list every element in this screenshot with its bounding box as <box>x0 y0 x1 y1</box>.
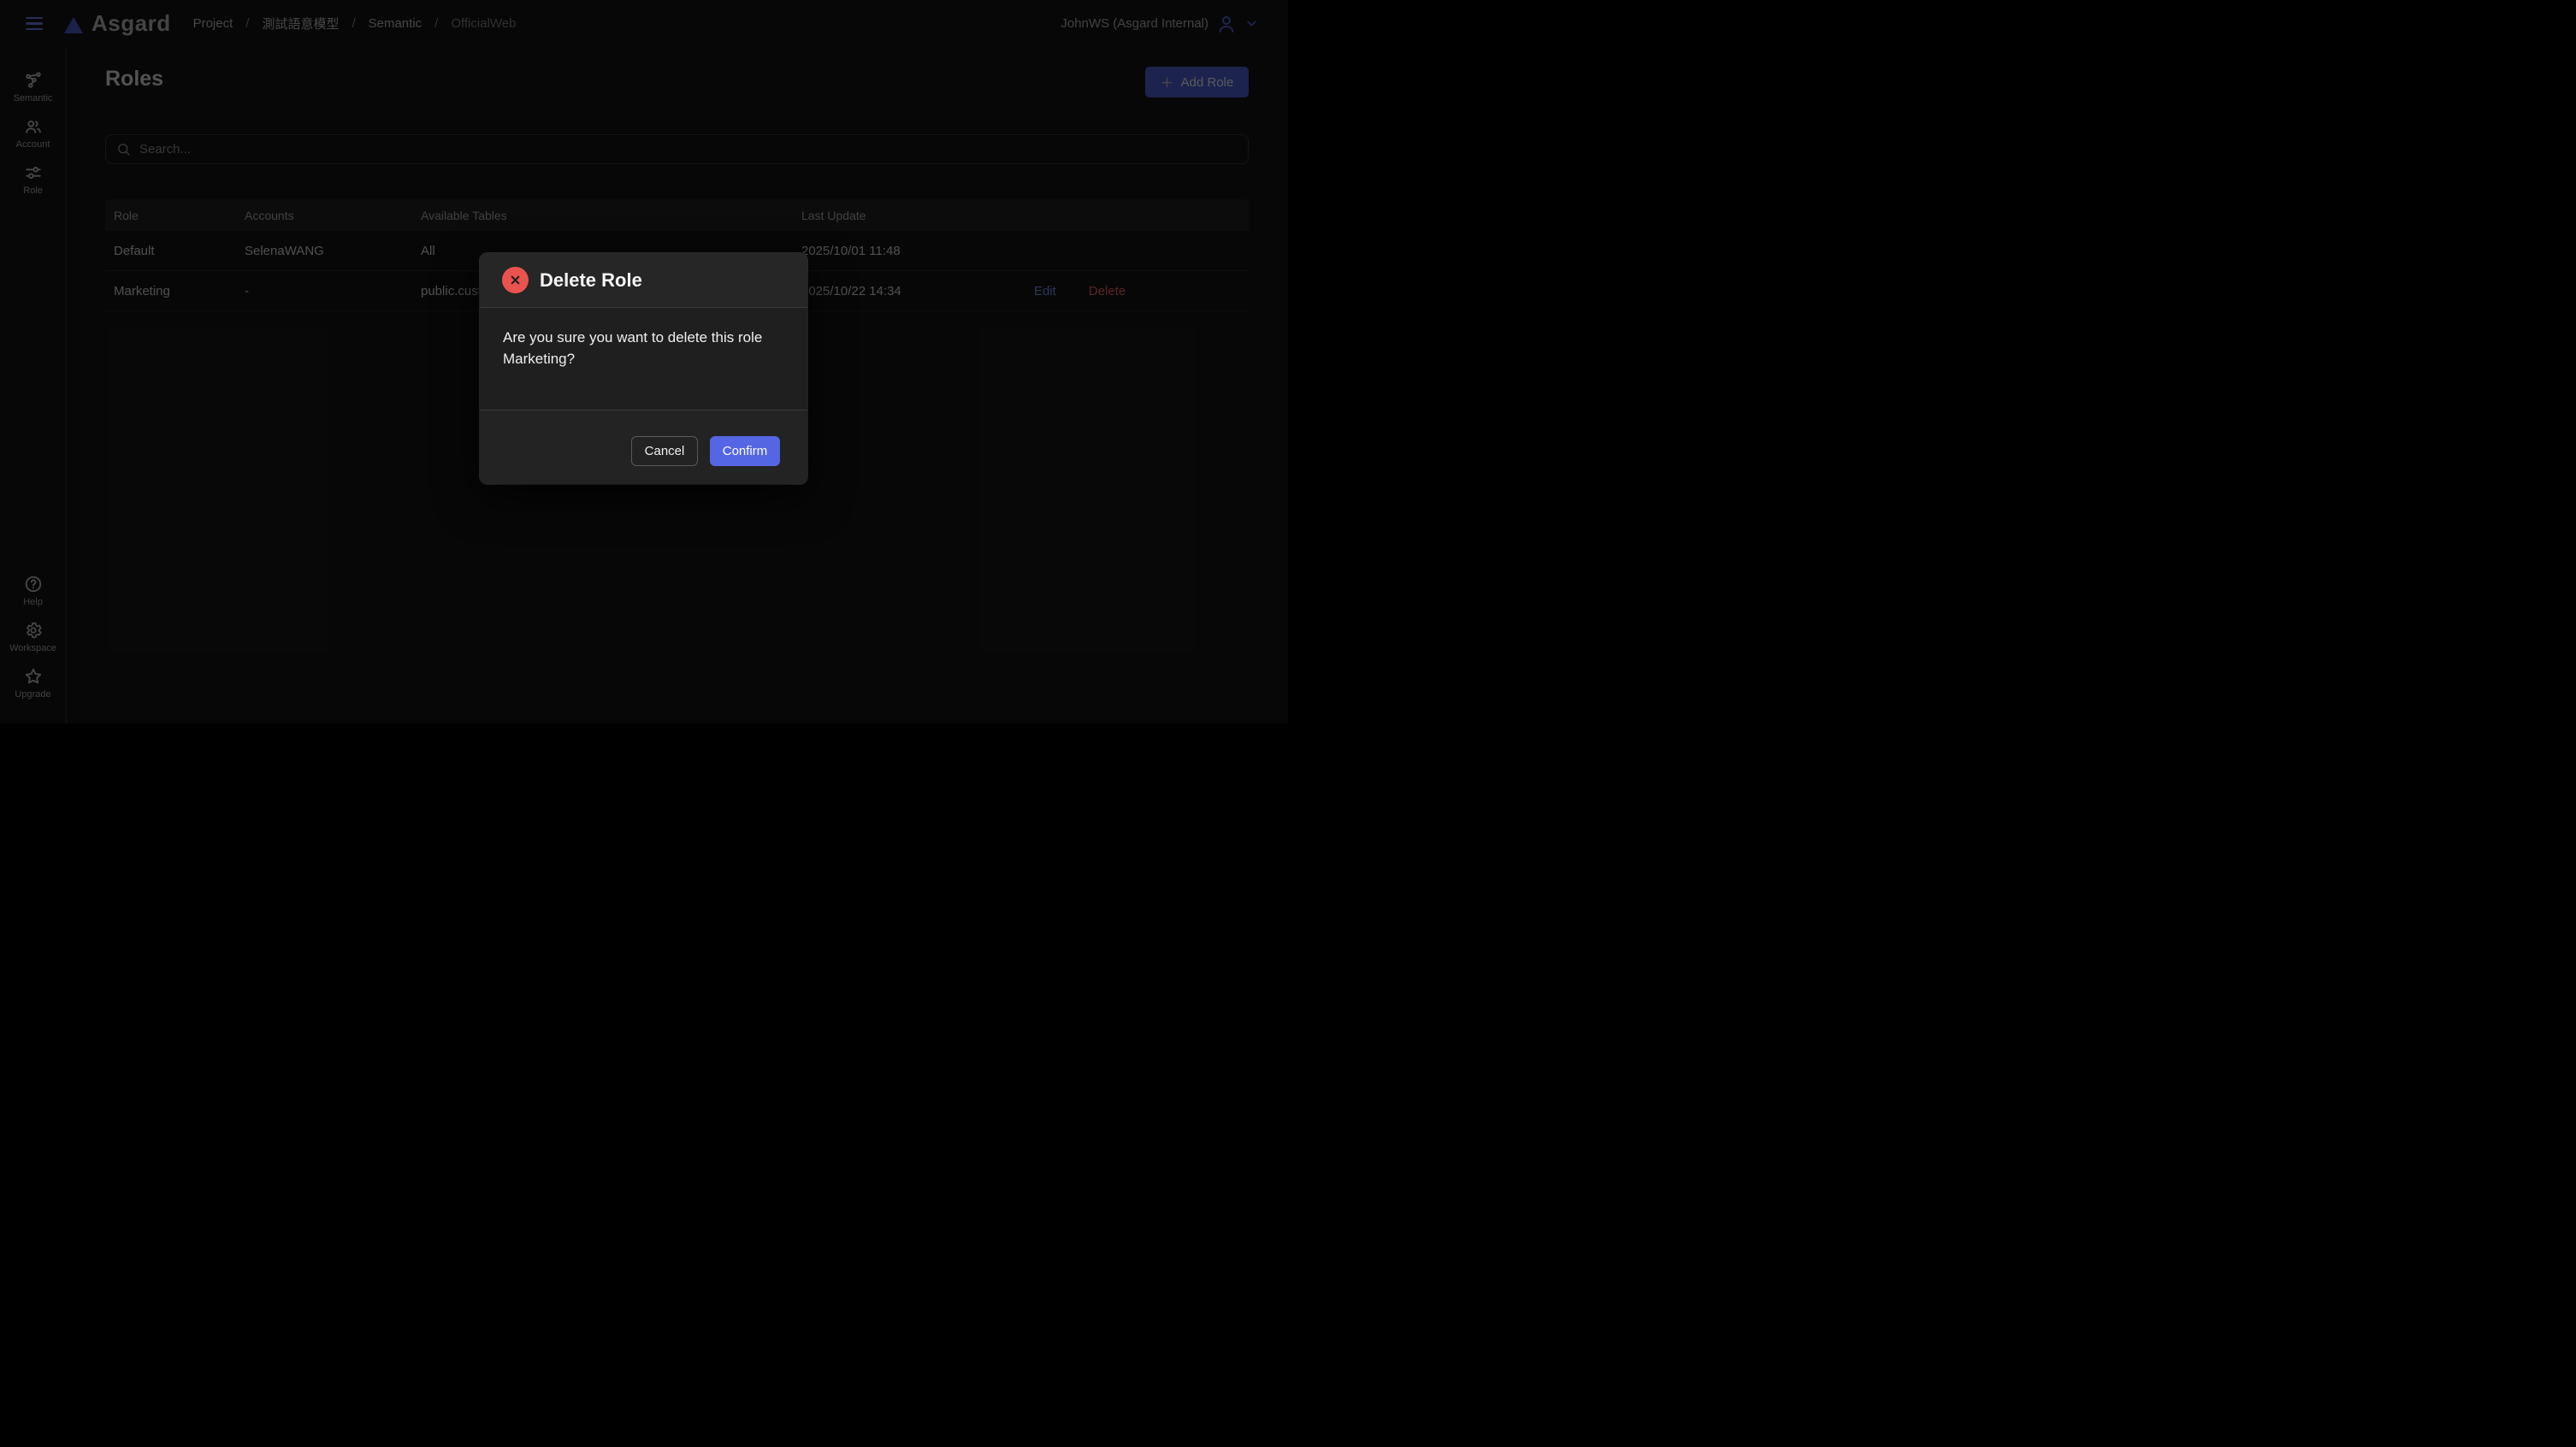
delete-role-modal: Delete Role Are you sure you want to del… <box>480 253 807 484</box>
confirm-button[interactable]: Confirm <box>710 436 780 466</box>
delete-warning-icon <box>502 267 529 293</box>
cancel-button[interactable]: Cancel <box>631 436 698 466</box>
modal-message: Are you sure you want to delete this rol… <box>480 308 807 410</box>
modal-title: Delete Role <box>540 269 642 292</box>
modal-header: Delete Role <box>480 253 807 308</box>
modal-footer: Cancel Confirm <box>480 410 807 484</box>
